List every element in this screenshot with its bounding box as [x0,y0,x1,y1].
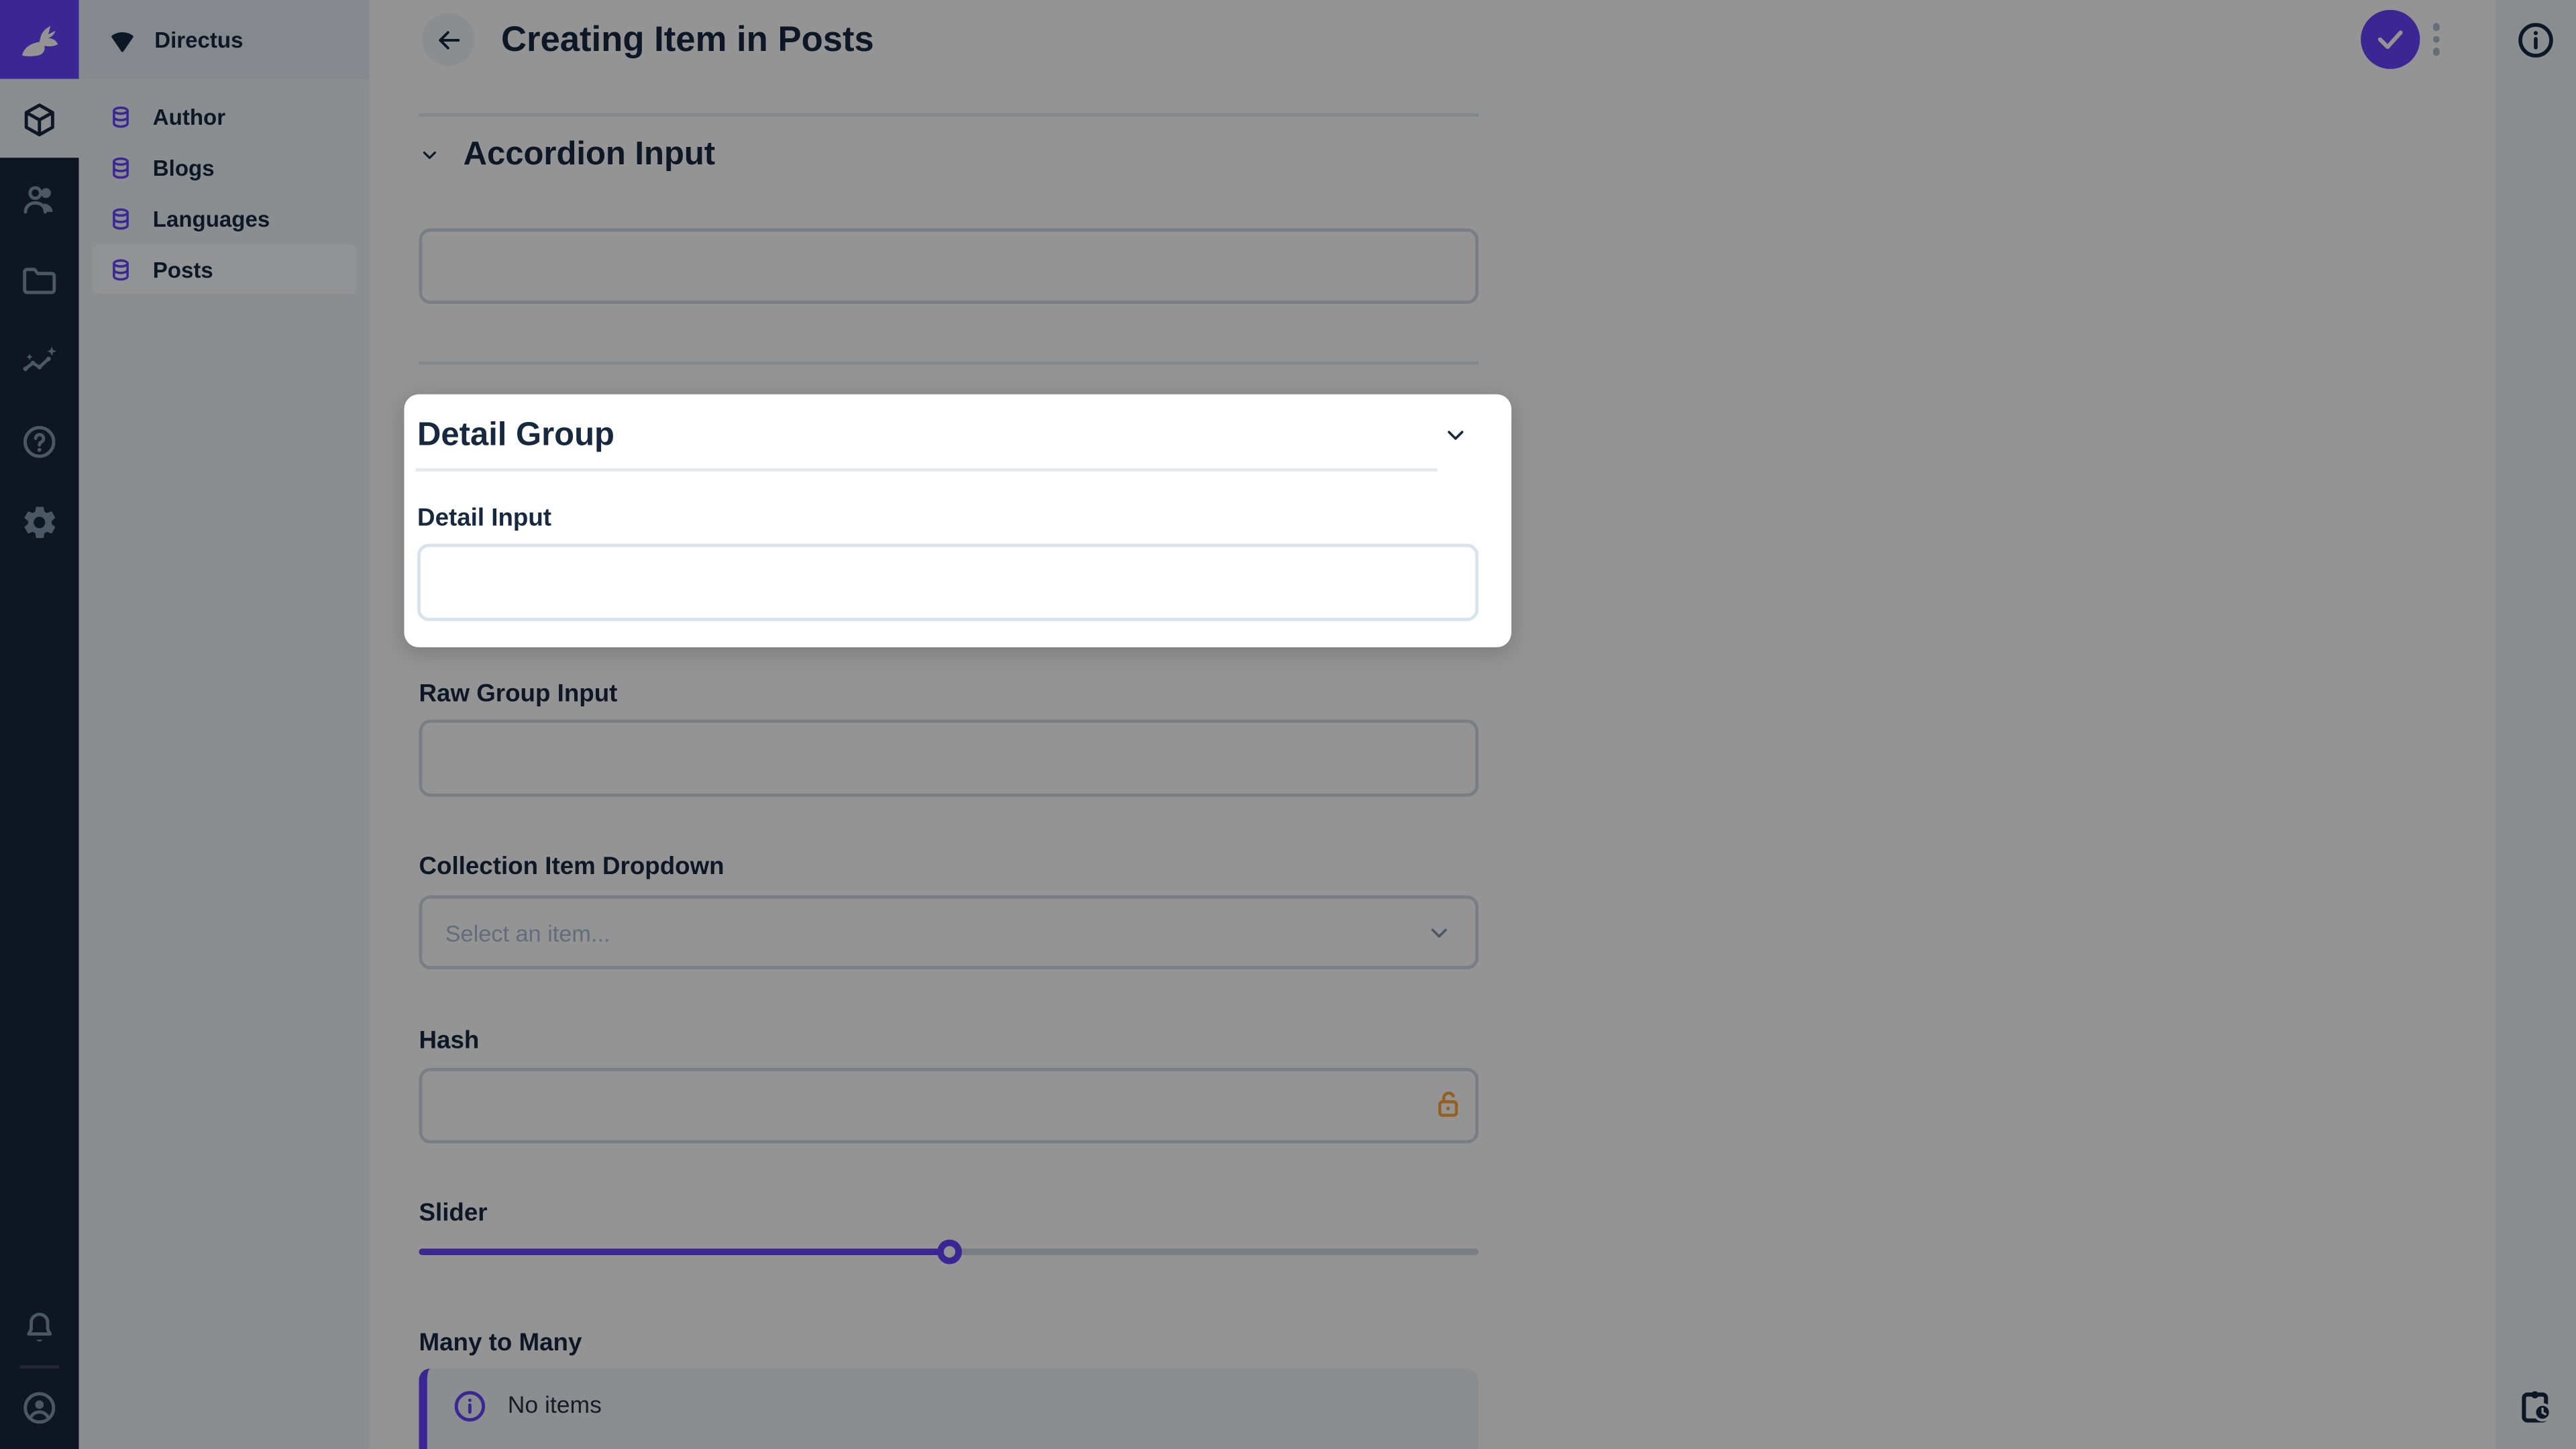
detail-input-label: Detail Input [417,504,552,533]
dim-overlay [0,0,2576,1449]
app-window: Directus Author Blogs Languages Posts Cr… [0,0,2576,1449]
detail-group-title: Detail Group [417,416,614,453]
detail-group-toggle[interactable]: Detail Group [417,411,1468,460]
detail-group-card: Detail Group Detail Input [404,394,1512,647]
chevron-down-icon [1442,422,1468,448]
detail-input-field[interactable] [417,543,1479,621]
divider [415,468,1438,472]
